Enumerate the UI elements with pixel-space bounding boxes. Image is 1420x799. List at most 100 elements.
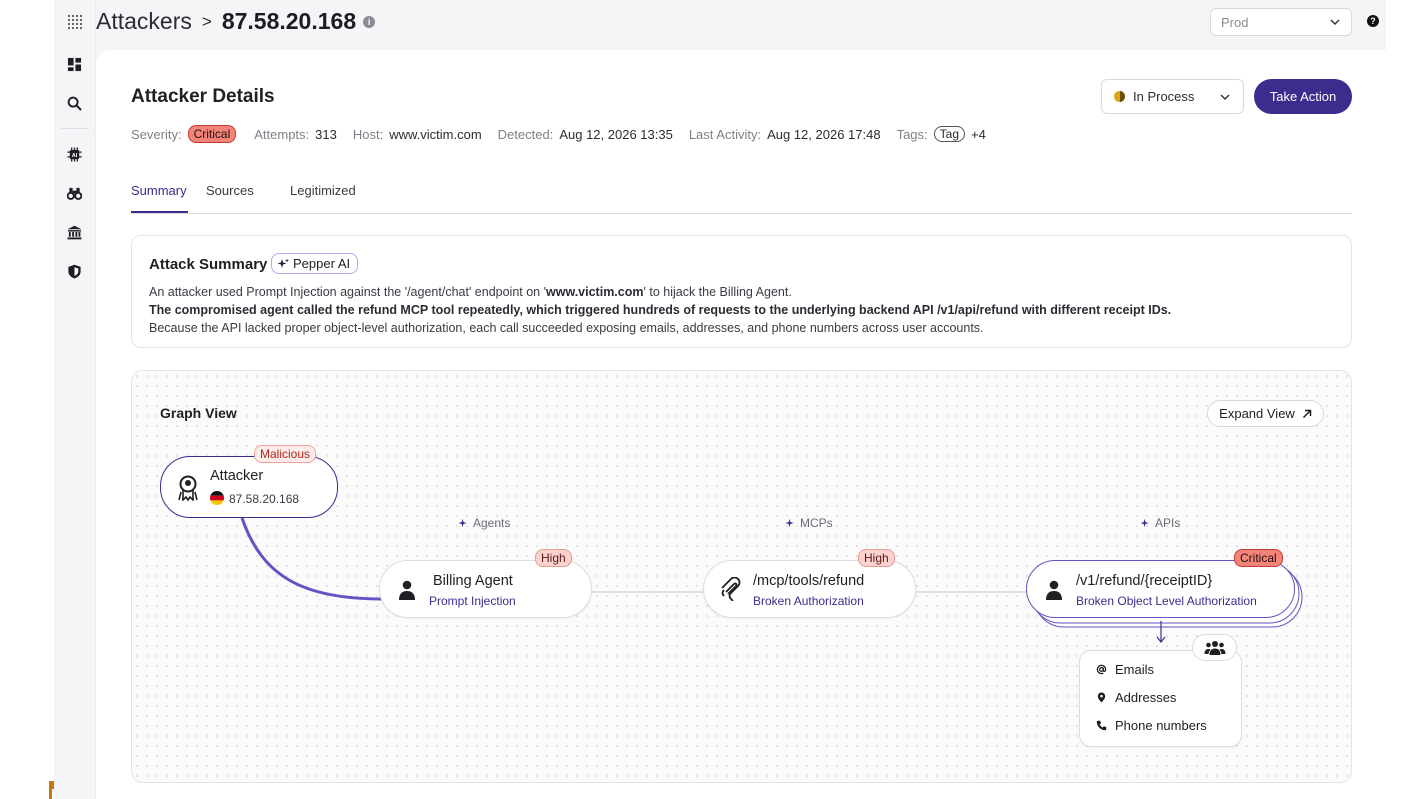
- exposed-data-box: Emails Addresses Phone numbers: [1079, 650, 1242, 747]
- summary-line-2-text: The compromised agent called the refund …: [149, 303, 1172, 317]
- info-icon[interactable]: i: [363, 15, 376, 28]
- attacker-node-title: Attacker: [210, 468, 264, 484]
- sparkle-icon: [277, 258, 289, 268]
- help-icon[interactable]: ?: [1367, 15, 1379, 27]
- environment-select-value: Prod: [1221, 14, 1249, 30]
- attempts-label: Attempts:: [254, 126, 310, 142]
- sidebar: AI: [54, 0, 96, 799]
- column-label-apis-text: APIs: [1155, 516, 1181, 530]
- search-icon: [67, 96, 82, 111]
- edge-attacker-agent: [240, 517, 383, 601]
- graph-view-card: Graph View Expand View Agents MCPs APIs: [131, 370, 1352, 783]
- sparkle-icon: [1140, 518, 1149, 527]
- active-tab-indicator: [131, 211, 188, 213]
- tab-summary[interactable]: Summary: [131, 183, 187, 198]
- api-node[interactable]: /v1/refund/{receiptID} Broken Object Lev…: [1026, 560, 1295, 618]
- sidebar-item-ai[interactable]: AI: [66, 146, 83, 163]
- sidebar-divider: [61, 128, 89, 129]
- page: AI Attackers > 87.58.20.168 i Prod ? Att: [0, 0, 1420, 799]
- environment-select[interactable]: Prod: [1210, 8, 1352, 36]
- summary-line-1-host: www.victim.com: [546, 285, 644, 299]
- exposed-data-phones: Phone numbers: [1096, 718, 1207, 733]
- status-select-value: In Process: [1133, 89, 1195, 104]
- malicious-badge: Malicious: [254, 445, 317, 463]
- column-label-agents-text: Agents: [473, 516, 511, 530]
- bank-icon: [67, 225, 82, 240]
- user-icon: [1046, 580, 1062, 600]
- attack-summary-text: An attacker used Prompt Injection agains…: [149, 283, 1339, 337]
- left-margin: [0, 0, 54, 799]
- column-label-agents: Agents: [458, 516, 510, 530]
- at-sign-icon: [1096, 664, 1107, 675]
- summary-line-1-end: ' to hijack the Billing Agent.: [643, 285, 792, 299]
- tab-legitimized[interactable]: Legitimized: [290, 183, 356, 198]
- status-select[interactable]: In Process: [1101, 79, 1244, 114]
- attacker-meta: Severity: Critical Attempts: 313 Host: w…: [131, 125, 1002, 143]
- attacker-icon: [178, 475, 198, 501]
- main-content: Attacker Details In Process Take Action …: [96, 50, 1386, 799]
- mcp-severity-badge: High: [858, 549, 895, 567]
- agent-node-title: Billing Agent: [433, 573, 513, 589]
- host-value: www.victim.com: [389, 126, 482, 142]
- arrow-up-right-icon: [1302, 409, 1312, 418]
- sidebar-item-search[interactable]: [66, 95, 83, 112]
- phone-icon: [1096, 720, 1107, 731]
- breadcrumb-attackers-link[interactable]: Attackers: [96, 8, 192, 35]
- app-grid-icon[interactable]: [66, 13, 84, 31]
- host-label: Host:: [352, 126, 384, 142]
- right-margin: [1386, 0, 1420, 799]
- sidebar-item-institutions[interactable]: [66, 224, 83, 241]
- attack-summary-card: Attack Summary Pepper AI An attacker use…: [131, 235, 1352, 348]
- attacker-node[interactable]: Attacker 87.58.20.168: [160, 456, 338, 518]
- sidebar-item-security[interactable]: [66, 263, 83, 280]
- tag-chip[interactable]: Tag: [933, 126, 966, 142]
- api-node-subtitle: Broken Object Level Authorization: [1076, 594, 1257, 608]
- column-label-mcps: MCPs: [785, 516, 833, 530]
- sparkle-icon: [458, 518, 467, 527]
- attacker-node-ip: 87.58.20.168: [229, 492, 300, 506]
- mcp-node[interactable]: /mcp/tools/refund Broken Authorization: [703, 560, 916, 618]
- graph-view-title: Graph View: [160, 405, 237, 421]
- column-label-mcps-text: MCPs: [800, 516, 833, 530]
- mcp-node-title: /mcp/tools/refund: [753, 573, 865, 589]
- exposed-data-addresses-label: Addresses: [1115, 690, 1177, 705]
- tab-sources[interactable]: Sources: [206, 183, 254, 198]
- pepper-ai-chip: Pepper AI: [271, 253, 359, 274]
- ai-chip-icon: AI: [67, 147, 82, 162]
- users-group-icon: [1204, 640, 1225, 655]
- mcp-tool-icon: [721, 577, 741, 601]
- breadcrumb-separator: >: [201, 11, 212, 31]
- sidebar-item-attackers[interactable]: [66, 185, 83, 202]
- expand-view-button[interactable]: Expand View: [1207, 400, 1324, 427]
- germany-flag-icon: [210, 491, 224, 505]
- chevron-down-icon: [1330, 19, 1340, 26]
- detected-label: Detected:: [497, 126, 554, 142]
- severity-badge: Critical: [187, 125, 237, 143]
- svg-text:AI: AI: [72, 153, 78, 159]
- sidebar-item-dashboard[interactable]: [66, 56, 83, 73]
- breadcrumb-current: 87.58.20.168: [221, 8, 357, 34]
- binoculars-icon: [67, 187, 82, 200]
- last-activity-value: Aug 12, 2026 17:48: [767, 126, 881, 142]
- tags-label: Tags:: [896, 126, 928, 142]
- agent-node[interactable]: Billing Agent Prompt Injection: [379, 560, 592, 618]
- summary-line-1: An attacker used Prompt Injection agains…: [149, 283, 1339, 301]
- tags-more[interactable]: +4: [971, 127, 986, 142]
- page-title: Attacker Details: [131, 86, 275, 107]
- mcp-node-subtitle: Broken Authorization: [753, 594, 864, 608]
- sparkle-icon: [785, 518, 794, 527]
- expand-view-label: Expand View: [1219, 406, 1295, 421]
- agent-node-subtitle: Prompt Injection: [429, 594, 516, 608]
- exposed-data-emails-label: Emails: [1115, 662, 1155, 677]
- user-icon: [399, 580, 415, 600]
- take-action-button[interactable]: Take Action: [1254, 79, 1352, 114]
- exposed-data-emails: Emails: [1096, 662, 1154, 677]
- attempts-value: 313: [315, 126, 337, 142]
- agent-severity-badge: High: [535, 549, 572, 567]
- affected-users-badge: [1192, 634, 1237, 661]
- status-indicator-icon: [1114, 91, 1125, 102]
- summary-line-1-start: An attacker used Prompt Injection agains…: [149, 285, 546, 299]
- column-label-apis: APIs: [1140, 516, 1180, 530]
- api-severity-badge: Critical: [1234, 549, 1283, 567]
- location-pin-icon: [1097, 692, 1106, 703]
